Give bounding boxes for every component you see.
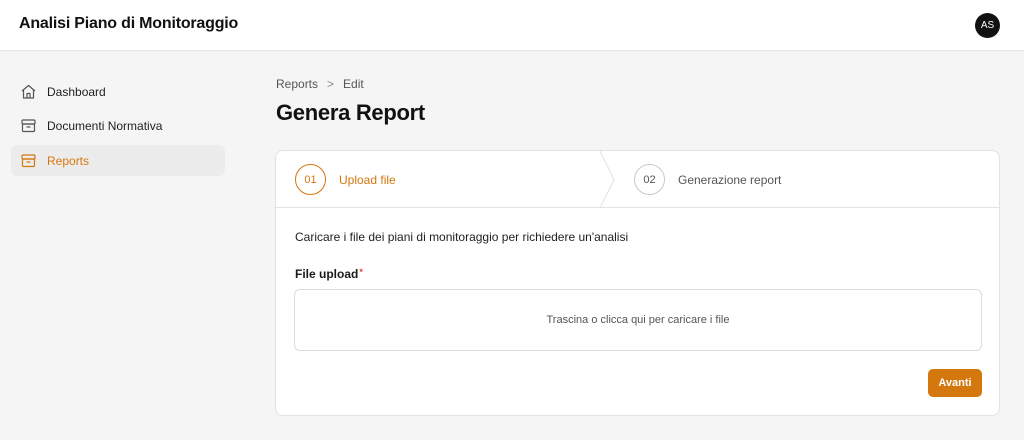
- sidebar-item-label: Documenti Normativa: [47, 118, 163, 133]
- top-bar: Analisi Piano di Monitoraggio AS: [0, 0, 1024, 51]
- page-title: Genera Report: [276, 100, 425, 125]
- sidebar-item-reports[interactable]: Reports: [11, 145, 225, 176]
- breadcrumb-item-reports[interactable]: Reports: [276, 77, 318, 91]
- breadcrumb: Reports > Edit: [276, 77, 364, 91]
- stepper: 01 Upload file 02 Generazione report: [276, 151, 999, 208]
- sidebar-item-documenti-normativa[interactable]: Documenti Normativa: [11, 110, 225, 141]
- step-number: 01: [295, 164, 326, 195]
- app-title: Analisi Piano di Monitoraggio: [19, 15, 239, 32]
- form-description: Caricare i file dei piani di monitoraggi…: [295, 230, 629, 244]
- sidebar-item-label: Dashboard: [47, 84, 106, 99]
- file-dropzone[interactable]: Trascina o clicca qui per caricare i fil…: [294, 289, 982, 351]
- dropzone-text: Trascina o clicca qui per caricare i fil…: [546, 314, 730, 326]
- archive-icon: [20, 117, 37, 134]
- step-generazione-report[interactable]: 02 Generazione report: [634, 151, 781, 208]
- home-icon: [20, 83, 37, 100]
- next-button[interactable]: Avanti: [928, 369, 982, 397]
- user-avatar[interactable]: AS: [975, 13, 1000, 38]
- file-upload-label: File upload*: [295, 267, 363, 281]
- sidebar-item-label: Reports: [47, 153, 90, 168]
- step-divider-chevron: [599, 151, 615, 208]
- sidebar-item-dashboard[interactable]: Dashboard: [11, 76, 225, 107]
- step-number: 02: [634, 164, 665, 195]
- file-upload-label-text: File upload: [295, 267, 359, 281]
- archive-icon: [20, 152, 37, 169]
- breadcrumb-item-edit: Edit: [343, 77, 364, 91]
- required-mark: *: [359, 267, 363, 277]
- report-card: 01 Upload file 02 Generazione report Car…: [275, 150, 1000, 416]
- step-label: Generazione report: [678, 172, 782, 187]
- step-label: Upload file: [339, 172, 396, 187]
- breadcrumb-separator: >: [327, 77, 335, 91]
- step-upload-file[interactable]: 01 Upload file: [295, 151, 396, 208]
